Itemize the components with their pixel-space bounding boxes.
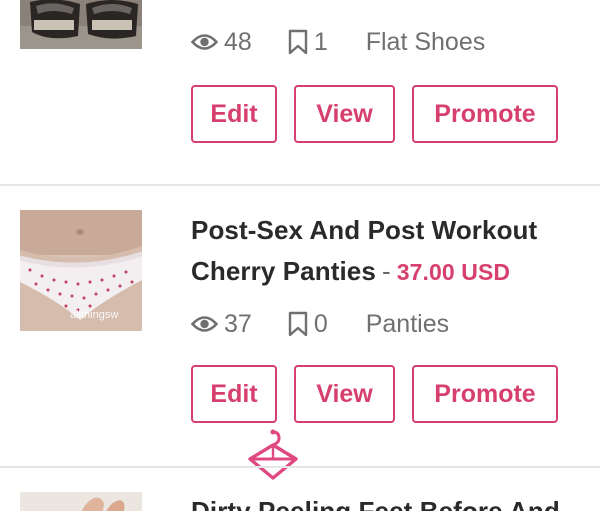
hand-photo <box>20 492 142 511</box>
saves-stat: 1 <box>288 28 328 57</box>
listing-thumbnail[interactable] <box>20 0 142 49</box>
views-count: 48 <box>224 27 252 56</box>
listing-stats: 37 0 Panties <box>191 307 590 341</box>
svg-text:allthingsw: allthingsw <box>70 309 118 321</box>
view-button[interactable]: View <box>294 365 395 423</box>
category-label: Flat Shoes <box>365 27 486 56</box>
listing-card: allthingsw Post-Sex And Post Workout Che… <box>0 186 600 466</box>
saves-count: 1 <box>313 27 328 56</box>
edit-button[interactable]: Edit <box>191 85 277 143</box>
sandals-photo <box>20 0 142 49</box>
promote-button[interactable]: Promote <box>412 85 558 143</box>
view-button[interactable]: View <box>294 85 395 143</box>
saves-count: 0 <box>313 309 328 338</box>
listing-card: Dirty Peeling Feet Before And <box>0 468 600 511</box>
eye-icon <box>191 314 218 334</box>
bookmark-icon <box>288 29 308 55</box>
saves-stat: 0 <box>288 310 328 339</box>
listing-thumbnail[interactable]: allthingsw <box>20 210 142 331</box>
listing-thumbnail[interactable] <box>20 492 142 511</box>
edit-button[interactable]: Edit <box>191 365 277 423</box>
listing-price: 37.00 USD <box>396 259 511 285</box>
panties-photo: allthingsw <box>20 210 142 331</box>
listing-title[interactable]: Dirty Peeling Feet Before And <box>191 491 590 511</box>
views-stat: 48 <box>191 28 252 57</box>
listing-title[interactable]: Post-Sex And Post Workout Cherry Panties… <box>191 210 590 293</box>
listing-title-text[interactable]: Dirty Peeling Feet Before And <box>191 496 560 511</box>
views-count: 37 <box>224 309 252 338</box>
category-label: Panties <box>365 309 450 338</box>
listing-card: 48 1 Flat Shoes Edit View Promote <box>0 0 600 184</box>
title-separator: - <box>381 256 391 286</box>
eye-icon <box>191 32 218 52</box>
bookmark-icon <box>288 311 308 337</box>
views-stat: 37 <box>191 310 252 339</box>
listing-stats: 48 1 Flat Shoes <box>191 25 590 59</box>
promote-button[interactable]: Promote <box>412 365 558 423</box>
